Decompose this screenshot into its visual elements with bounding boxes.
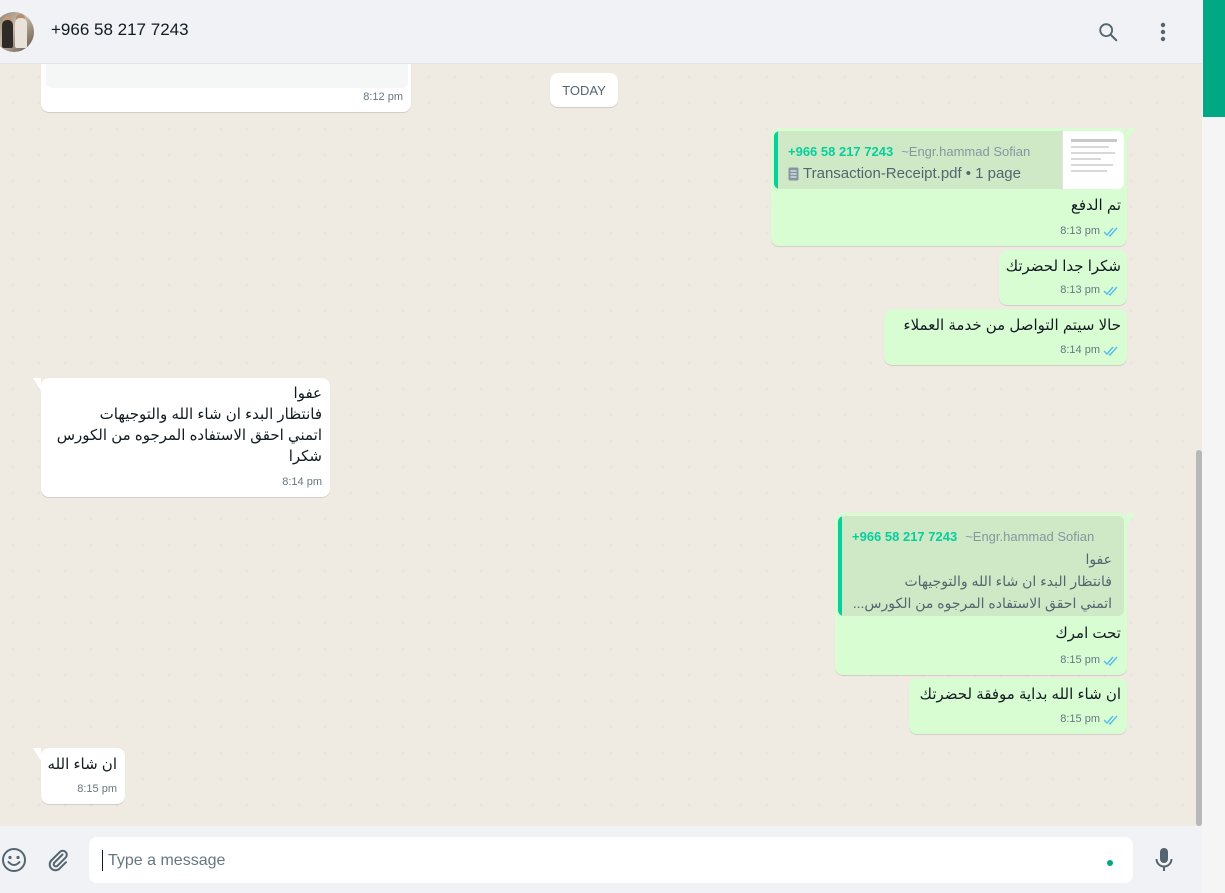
double-check-icon (1103, 715, 1118, 725)
message-time: 8:14 pm (1060, 344, 1100, 356)
message-time: 8:14 pm (282, 476, 322, 488)
message-text: ان شاء الله (47, 756, 117, 773)
microphone-icon[interactable] (1150, 846, 1178, 874)
pdf-thumbnail (1062, 131, 1124, 189)
message-input-placeholder: Type a message (108, 852, 226, 869)
message-bubble-outgoing[interactable]: شكرا جدا لحضرتك 8:13 pm (999, 250, 1127, 305)
message-text: تحت امرك (1055, 625, 1121, 642)
message-bubble-outgoing[interactable]: حالا سيتم التواصل من خدمة العملاء 8:14 p… (884, 309, 1127, 365)
message-meta: 8:13 pm (1060, 280, 1119, 301)
message-meta: 8:14 pm (1060, 340, 1119, 361)
double-check-icon (1103, 286, 1118, 296)
status-dot (1107, 860, 1113, 866)
message-bubble-outgoing[interactable]: +966 58 217 7243 ~Engr.hammad Sofian عفوا… (835, 513, 1135, 675)
double-check-icon (1103, 656, 1118, 666)
message-line: فانتظار البدء ان شاء الله والتوجيهات (99, 406, 322, 423)
kebab-menu-icon[interactable] (1149, 18, 1177, 46)
message-time: 8:13 pm (1060, 225, 1100, 237)
message-bubble-incoming[interactable]: عفوا فانتظار البدء ان شاء الله والتوجيها… (33, 378, 330, 497)
quote-sender: +966 58 217 7243 ~Engr.hammad Sofian (788, 144, 1031, 159)
message-text: عفوا فانتظار البدء ان شاء الله والتوجيها… (47, 383, 322, 467)
quoted-text: عفوا فانتظار البدء ان شاء الله والتوجيها… (850, 548, 1112, 614)
message-bubble-incoming[interactable]: 8:12 pm (41, 64, 411, 112)
double-check-icon (1103, 346, 1118, 356)
message-time: 8:15 pm (1060, 654, 1100, 666)
quoted-message[interactable]: +966 58 217 7243 ~Engr.hammad Sofian Tran… (774, 131, 1124, 189)
message-line: عفوا (293, 385, 322, 402)
message-text: حالا سيتم التواصل من خدمة العملاء (903, 317, 1121, 334)
message-text: شكرا جدا لحضرتك (1005, 258, 1121, 275)
quoted-file: Transaction-Receipt.pdf • 1 page (788, 163, 1021, 184)
paperclip-icon[interactable] (44, 846, 72, 874)
emoji-icon[interactable] (0, 846, 28, 874)
chat-header: +966 58 217 7243 (0, 0, 1202, 64)
document-icon (788, 167, 799, 180)
message-input[interactable] (89, 837, 1133, 883)
message-meta: 8:13 pm (1060, 221, 1119, 242)
file-info: • 1 page (965, 165, 1021, 182)
message-time: 8:15 pm (77, 783, 117, 795)
message-bubble-outgoing[interactable]: ان شاء الله بداية موفقة لحضرتك 8:15 pm (909, 678, 1127, 734)
file-name: Transaction-Receipt.pdf (803, 165, 962, 182)
double-check-icon (1103, 227, 1118, 237)
message-list[interactable]: 8:12 pm TODAY +966 58 217 7243 ~Engr.hamm… (0, 64, 1202, 826)
quoted-line: عفوا (1085, 551, 1112, 567)
quoted-message[interactable]: +966 58 217 7243 ~Engr.hammad Sofian عفوا… (838, 516, 1124, 616)
message-text: تم الدفع (1070, 197, 1121, 214)
message-bubble-incoming[interactable]: ان شاء الله 8:15 pm (33, 748, 125, 804)
message-bubble-outgoing[interactable]: +966 58 217 7243 ~Engr.hammad Sofian Tran… (771, 128, 1135, 246)
contact-avatar[interactable] (0, 12, 34, 52)
day-badge: TODAY (550, 73, 618, 107)
contact-name[interactable]: +966 58 217 7243 (51, 20, 189, 40)
message-line: اتمني احقق الاستفاده المرجوه من الكورس (56, 427, 322, 444)
window-scrollbar[interactable] (1202, 0, 1225, 893)
message-time: 8:12 pm (363, 91, 403, 103)
quote-sender: +966 58 217 7243 ~Engr.hammad Sofian (852, 529, 1095, 544)
search-icon[interactable] (1094, 18, 1122, 46)
window-scrollbar-thumb[interactable] (1203, 0, 1225, 117)
message-line: شكرا (288, 448, 322, 465)
link-preview (46, 64, 408, 88)
message-meta: 8:15 pm (1060, 709, 1119, 730)
message-meta: 8:12 pm (363, 87, 403, 108)
quoted-line: اتمني احقق الاستفاده المرجوه من الكورس..… (852, 595, 1112, 611)
message-meta: 8:15 pm (77, 779, 117, 800)
message-time: 8:13 pm (1060, 284, 1100, 296)
message-text: ان شاء الله بداية موفقة لحضرتك (919, 686, 1121, 703)
text-caret (102, 850, 103, 871)
quoted-line: فانتظار البدء ان شاء الله والتوجيهات (904, 573, 1112, 589)
message-meta: 8:15 pm (1060, 650, 1119, 671)
message-meta: 8:14 pm (282, 472, 322, 493)
message-time: 8:15 pm (1060, 713, 1100, 725)
